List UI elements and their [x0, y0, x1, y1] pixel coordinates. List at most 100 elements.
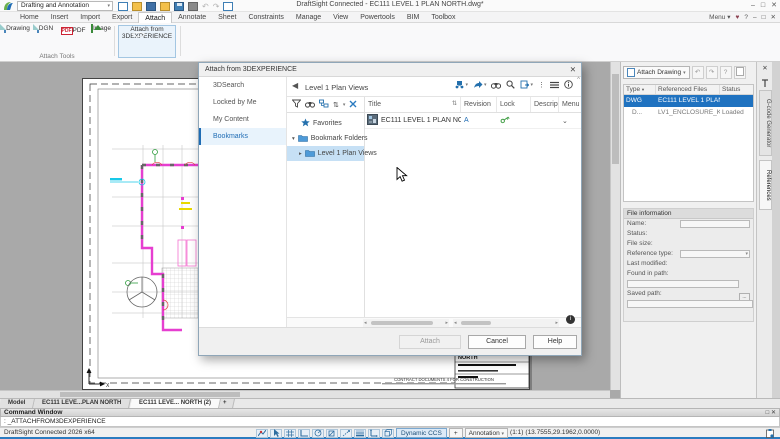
help-icon[interactable]: ?: [744, 12, 748, 23]
column-sort-icon[interactable]: ⇅: [452, 97, 457, 112]
attach-from-3dexperience-tool[interactable]: Attach from 3DEXPERIENCE: [118, 25, 176, 58]
sort-icon[interactable]: ⇅: [333, 101, 339, 109]
tab-sheet[interactable]: Sheet: [212, 12, 242, 23]
ref-column-type[interactable]: Type ▾: [624, 85, 656, 94]
share-icon[interactable]: ▾: [473, 80, 487, 89]
column-revision[interactable]: Revision: [461, 97, 497, 112]
grid-icon[interactable]: [284, 429, 296, 438]
tree-bookmark-folders[interactable]: ▾ Bookmark Folders: [287, 131, 364, 146]
command-float-icon[interactable]: □: [766, 410, 770, 416]
doc-close-button[interactable]: ✕: [771, 12, 776, 23]
expand-down-icon[interactable]: ▾: [292, 136, 295, 142]
found-in-path-field[interactable]: [627, 280, 739, 288]
saved-path-field[interactable]: [627, 300, 753, 308]
help-button[interactable]: Help: [533, 335, 577, 349]
clear-filter-icon[interactable]: [349, 100, 357, 110]
cube-icon[interactable]: [382, 429, 394, 438]
lineweight-icon[interactable]: [354, 429, 366, 438]
nav-locked-by-me[interactable]: Locked by Me: [199, 94, 286, 111]
ref-column-files[interactable]: Referenced Files: [656, 85, 720, 94]
reference-row-child[interactable]: D... LV1_ENCLOSURE_KEY... Loaded: [624, 107, 753, 119]
tree-favorites[interactable]: Favorites: [287, 116, 364, 131]
tab-toolbox[interactable]: Toolbox: [425, 12, 461, 23]
attach-drawing-button[interactable]: Attach Drawing ▾: [623, 66, 690, 79]
reference-row-dwg[interactable]: DWG EC111 LEVEL 1 PLAN ...: [624, 95, 753, 107]
minimize-button[interactable]: –: [751, 0, 755, 11]
polar-icon[interactable]: [312, 429, 324, 438]
canvas-vertical-scrollbar[interactable]: [610, 62, 620, 390]
tab-model[interactable]: Model: [0, 399, 35, 408]
ref-column-status[interactable]: Status: [720, 85, 753, 94]
dialog-close-icon[interactable]: ✕: [570, 63, 576, 77]
column-title[interactable]: Title⇅: [365, 97, 461, 112]
snap-marker-icon[interactable]: [256, 429, 268, 438]
doc-minimize-button[interactable]: –: [753, 12, 757, 23]
expand-right-icon[interactable]: ▸: [299, 151, 302, 157]
close-button[interactable]: ✕: [771, 0, 777, 11]
sort-dropdown-icon[interactable]: ▾: [343, 102, 346, 108]
reference-type-select[interactable]: [680, 250, 750, 258]
column-description[interactable]: Descriptio: [531, 97, 559, 112]
tab-home[interactable]: Home: [14, 12, 45, 23]
cancel-button[interactable]: Cancel: [468, 335, 526, 349]
clipboard-icon[interactable]: [766, 429, 774, 439]
tab-sheet-2[interactable]: EC111 LEVE... NORTH (2): [130, 399, 221, 408]
command-close-icon[interactable]: ✕: [771, 410, 776, 416]
list-view-icon[interactable]: [550, 81, 559, 89]
help-info-icon[interactable]: i: [566, 315, 575, 324]
search-icon[interactable]: [506, 80, 515, 89]
collapse-panel-icon[interactable]: ^: [577, 77, 580, 83]
command-input[interactable]: : _ATTACHFROM3DEXPERIENCE: [0, 417, 780, 427]
list-horizontal-scrollbar[interactable]: ◂ ▸: [453, 319, 559, 327]
tab-bim[interactable]: BIM: [401, 12, 425, 23]
tab-view[interactable]: View: [327, 12, 354, 23]
tab-annotate[interactable]: Annotate: [172, 12, 212, 23]
tab-import[interactable]: Import: [74, 12, 106, 23]
tab-export[interactable]: Export: [106, 12, 138, 23]
etrack-icon[interactable]: [340, 429, 352, 438]
tab-references[interactable]: References: [759, 160, 772, 210]
tag-manager-icon[interactable]: ▾: [455, 80, 468, 89]
tab-sheet-1[interactable]: EC111 LEVE...PLAN NORTH: [33, 399, 131, 408]
ccs-axis-icon[interactable]: [368, 429, 380, 438]
attach-pdf-tool[interactable]: PDFPDF: [60, 25, 86, 38]
back-icon[interactable]: ◀: [292, 81, 298, 90]
tree-horizontal-scrollbar[interactable]: ◂ ▸: [363, 319, 449, 327]
filter-icon[interactable]: [292, 99, 301, 110]
unload-reference-icon[interactable]: ↷: [706, 66, 718, 79]
tab-insert[interactable]: Insert: [45, 12, 75, 23]
more-options-icon[interactable]: ⋮: [538, 81, 545, 89]
attach-drawing-tool[interactable]: Drawing: [4, 25, 30, 32]
tree-level-1-plan-views[interactable]: ▸ Level 1 Plan Views: [287, 146, 364, 161]
nav-my-content[interactable]: My Content: [199, 111, 286, 128]
info-icon[interactable]: [564, 80, 573, 89]
attach-dgn-tool[interactable]: DGN: [32, 25, 58, 32]
find-icon[interactable]: [305, 100, 315, 110]
open-reference-icon[interactable]: [734, 66, 746, 79]
list-item-row[interactable]: EC111 LEVEL 1 PLAN NORTH A ⌄: [365, 113, 581, 129]
column-lock[interactable]: Lock: [497, 97, 531, 112]
file-information-header[interactable]: File information: [624, 209, 753, 219]
tab-manage[interactable]: Manage: [290, 12, 327, 23]
hierarchy-icon[interactable]: [319, 99, 329, 110]
attach-image-tool[interactable]: Image: [88, 25, 114, 32]
attach-button[interactable]: Attach: [399, 335, 461, 349]
esnap-icon[interactable]: [326, 429, 338, 438]
tab-attach[interactable]: Attach: [138, 12, 172, 23]
whats-new-icon[interactable]: ♥: [736, 12, 740, 23]
tab-powertools[interactable]: Powertools: [354, 12, 401, 23]
reference-help-icon[interactable]: ?: [720, 66, 732, 79]
nav-3dsearch[interactable]: 3DSearch: [199, 77, 286, 94]
restore-button[interactable]: □: [761, 0, 765, 11]
palette-close-icon[interactable]: ✕: [757, 64, 773, 72]
select-cursor-icon[interactable]: [270, 429, 282, 438]
export-icon[interactable]: ▾: [520, 80, 533, 89]
ortho-icon[interactable]: [298, 429, 310, 438]
row-menu-icon[interactable]: ⌄: [559, 117, 579, 125]
tab-constraints[interactable]: Constraints: [242, 12, 289, 23]
add-workspace-button[interactable]: +: [449, 428, 463, 438]
doc-restore-button[interactable]: □: [762, 12, 766, 23]
menu-dropdown[interactable]: Menu ▾: [709, 12, 730, 23]
tab-gcode-generator[interactable]: G-code Generator: [759, 90, 772, 156]
add-sheet-button[interactable]: +: [219, 399, 235, 408]
